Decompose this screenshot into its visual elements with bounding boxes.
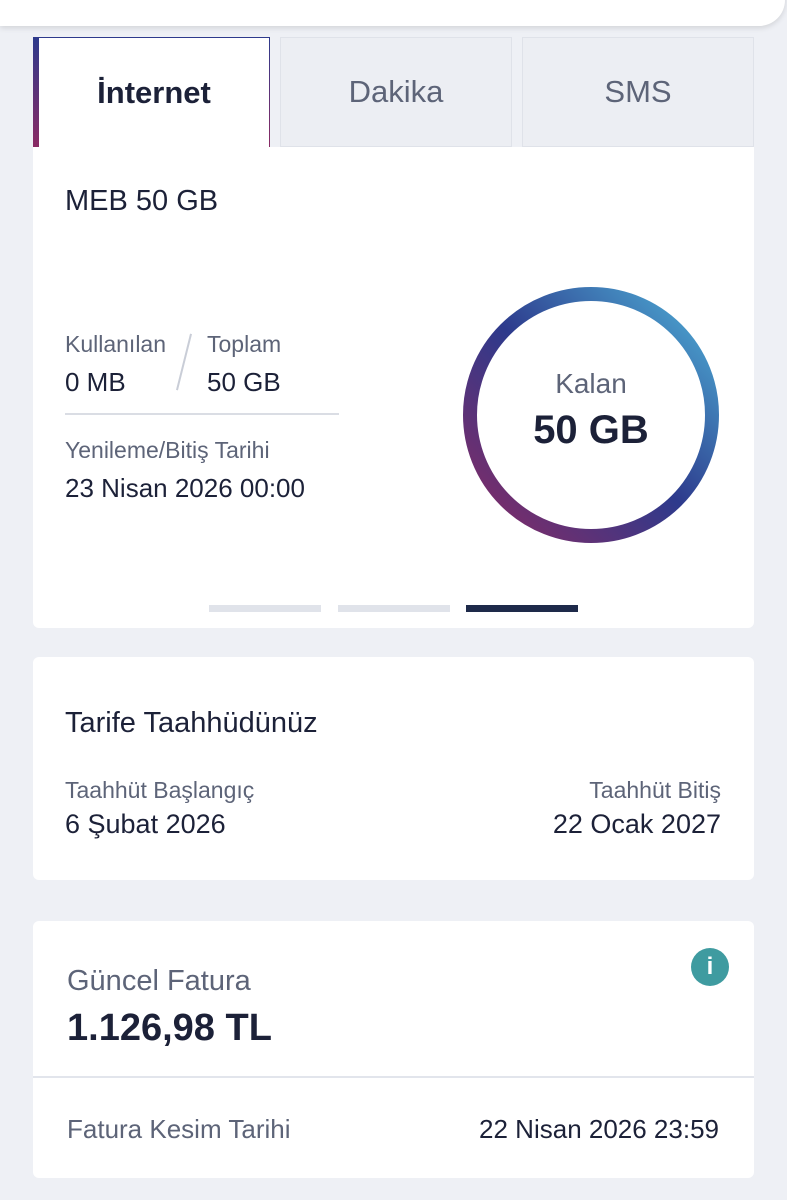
commitment-card: Tarife Taahhüdünüz Taahhüt Başlangıç 6 Ş… <box>33 657 754 880</box>
invoice-label: Güncel Fatura <box>67 965 251 997</box>
header-card <box>0 0 785 26</box>
usage-card[interactable]: MEB 50 GB Kullanılan 0 MB Toplam 50 GB Y… <box>33 147 754 628</box>
invoice-card[interactable]: Güncel Fatura 1.126,98 TL i Fatura Kesim… <box>33 921 754 1178</box>
invoice-cut-label: Fatura Kesim Tarihi <box>67 1114 291 1144</box>
divider <box>65 413 339 415</box>
tab-internet[interactable]: İnternet <box>33 37 270 147</box>
tab-sms[interactable]: SMS <box>522 37 754 147</box>
commitment-start-label: Taahhüt Başlangıç <box>65 777 255 803</box>
total-value: 50 GB <box>207 367 281 397</box>
invoice-amount: 1.126,98 TL <box>67 1007 272 1049</box>
remaining-label: Kalan <box>555 368 627 399</box>
total-label: Toplam <box>207 331 282 357</box>
used-value: 0 MB <box>65 367 126 397</box>
renewal-label: Yenileme/Bitiş Tarihi <box>65 437 270 463</box>
renewal-value: 23 Nisan 2026 00:00 <box>65 473 305 503</box>
remaining-ring: Kalan 50 GB <box>460 284 722 546</box>
pager-dot-1[interactable] <box>209 605 321 612</box>
commitment-end-value: 22 Ocak 2027 <box>552 809 721 839</box>
pager-dot-2[interactable] <box>338 605 450 612</box>
remaining-value: 50 GB <box>533 408 649 452</box>
package-name: MEB 50 GB <box>65 185 219 217</box>
commitment-title: Tarife Taahhüdünüz <box>65 707 318 739</box>
invoice-divider <box>33 1076 754 1078</box>
invoice-cut-value: 22 Nisan 2026 23:59 <box>479 1114 719 1144</box>
pager-dot-3[interactable] <box>466 605 578 612</box>
info-icon[interactable]: i <box>691 948 729 986</box>
commitment-start-value: 6 Şubat 2026 <box>65 809 226 839</box>
used-label: Kullanılan <box>65 331 167 357</box>
separator-slash <box>176 333 192 391</box>
commitment-end-label: Taahhüt Bitiş <box>589 777 721 803</box>
tab-minutes[interactable]: Dakika <box>280 37 512 147</box>
usage-tabs: İnternet Dakika SMS <box>33 37 754 147</box>
